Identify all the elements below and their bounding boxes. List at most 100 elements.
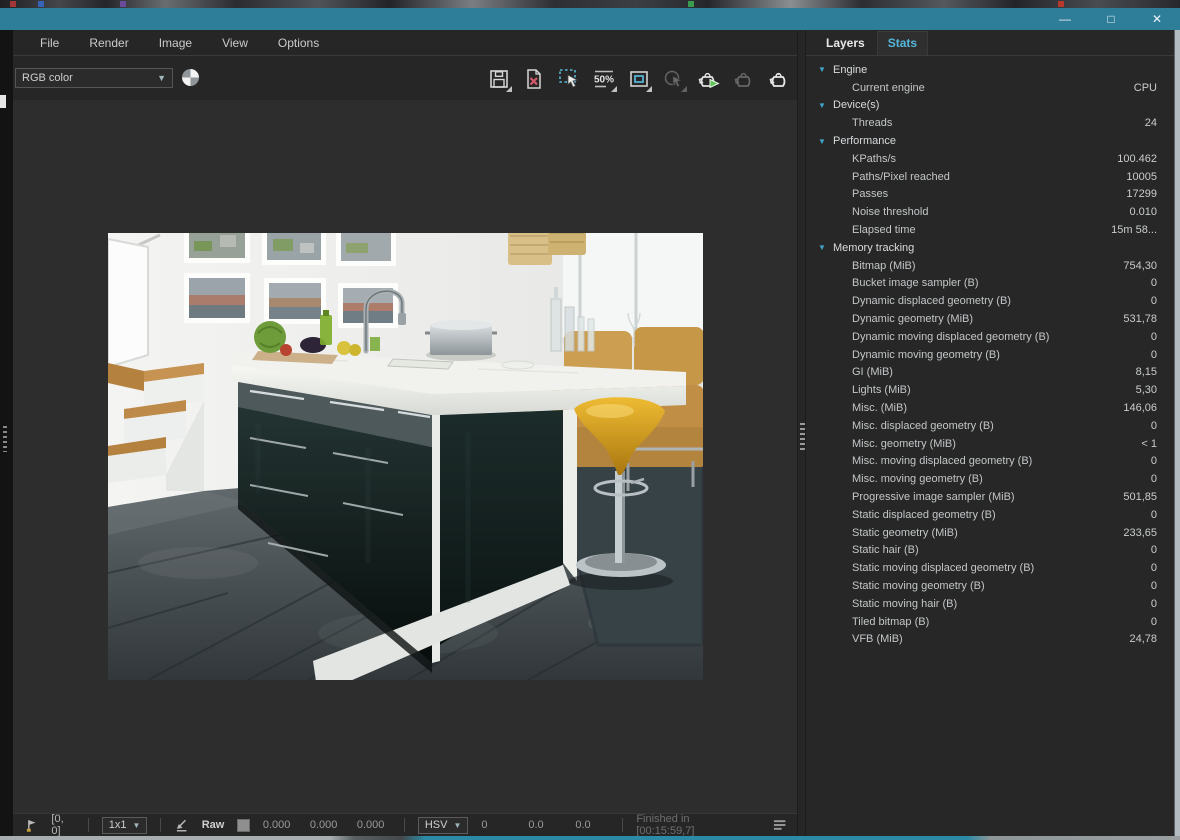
menu-item-options[interactable]: Options: [263, 30, 334, 55]
hsv-value-v: 0.0: [575, 819, 609, 831]
menu-item-file[interactable]: File: [25, 30, 74, 55]
color-clamp-icon[interactable]: [182, 69, 199, 86]
clear-image-button[interactable]: [519, 64, 548, 93]
stat-label: Static geometry (MiB): [852, 527, 958, 539]
stat-label: Static displaced geometry (B): [852, 509, 996, 521]
region-render-icon: [557, 67, 581, 91]
stats-section-device-s[interactable]: ▼Device(s): [806, 97, 1174, 115]
stat-value: < 1: [1141, 438, 1157, 450]
stats-row-static-moving-hair-b: Static moving hair (B)0: [806, 595, 1174, 613]
stats-row-kpaths-s: KPaths/s100.462: [806, 150, 1174, 168]
chevron-down-icon: ▼: [157, 73, 166, 83]
stats-row-dynamic-displaced-geometry-b: Dynamic displaced geometry (B)0: [806, 292, 1174, 310]
stat-value: 0: [1151, 473, 1157, 485]
stats-section-engine[interactable]: ▼Engine: [806, 61, 1174, 79]
stat-label: Static moving geometry (B): [852, 580, 985, 592]
stat-value: 0: [1151, 509, 1157, 521]
svg-text:50%: 50%: [593, 74, 613, 85]
stat-label: Current engine: [852, 82, 925, 94]
cooking-pot: [425, 320, 497, 361]
render-button[interactable]: [764, 64, 793, 93]
pixel-probe-flag-icon: [25, 818, 38, 833]
minimize-button[interactable]: —: [1042, 8, 1088, 30]
stats-row-progressive-image-sampler-mib: Progressive image sampler (MiB) 501,85: [806, 488, 1174, 506]
rendered-image: [108, 233, 703, 680]
stat-label: Dynamic moving displaced geometry (B): [852, 331, 1049, 343]
raw-value-r: 0.000: [263, 819, 297, 831]
window-titlebar[interactable]: — □ ✕: [0, 8, 1180, 30]
menu-bar: FileRenderImageViewOptions: [13, 30, 797, 56]
stat-value: CPU: [1134, 82, 1157, 94]
window-right-edge: [1174, 30, 1180, 836]
stat-label: GI (MiB): [852, 366, 893, 378]
collapse-arrow-icon[interactable]: ▼: [818, 243, 833, 252]
stats-row-threads: Threads 24: [806, 114, 1174, 132]
tab-layers[interactable]: Layers: [816, 32, 875, 55]
stat-value: 24: [1145, 117, 1157, 129]
menu-item-render[interactable]: Render: [74, 30, 143, 55]
zoom-ratio-dropdown[interactable]: 1x1 ▼: [102, 817, 148, 834]
stat-value: 233,65: [1123, 527, 1157, 539]
raw-value-g: 0.000: [310, 819, 344, 831]
close-button[interactable]: ✕: [1134, 8, 1180, 30]
stat-value: 15m 58...: [1111, 224, 1157, 236]
stats-row-lights-mib: Lights (MiB)5,30: [806, 381, 1174, 399]
menu-item-view[interactable]: View: [207, 30, 263, 55]
zoom-level-button[interactable]: 50%: [589, 64, 618, 93]
stop-render-button[interactable]: [729, 64, 758, 93]
region-render-button[interactable]: [554, 64, 583, 93]
color-mode-value: HSV: [425, 819, 448, 831]
stats-row-passes: Passes17299: [806, 186, 1174, 204]
stat-label: Tiled bitmap (B): [852, 616, 929, 628]
stat-value: 0: [1151, 420, 1157, 432]
stat-value: 501,85: [1123, 491, 1157, 503]
interactive-render-button[interactable]: [694, 64, 723, 93]
desktop-speck: [688, 1, 694, 7]
stats-row-vfb-mib: VFB (MiB)24,78: [806, 631, 1174, 649]
stats-section-performance[interactable]: ▼Performance: [806, 132, 1174, 150]
stats-row-dynamic-moving-displaced-geometry-b: Dynamic moving displaced geometry (B)0: [806, 328, 1174, 346]
stat-label: Threads: [852, 117, 892, 129]
color-mode-dropdown[interactable]: HSV ▼: [418, 817, 469, 834]
stat-label: VFB (MiB): [852, 633, 903, 645]
stat-label: Elapsed time: [852, 224, 916, 236]
stats-row-static-moving-displaced-geometry-b: Static moving displaced geometry (B)0: [806, 559, 1174, 577]
clear-image-icon: [522, 67, 546, 91]
stat-value: 531,78: [1123, 313, 1157, 325]
section-label: Device(s): [833, 99, 879, 111]
stats-row-misc-geometry-mib: Misc. geometry (MiB)< 1: [806, 435, 1174, 453]
stat-value: 0: [1151, 295, 1157, 307]
stat-value: 0.010: [1129, 206, 1157, 218]
section-label: Memory tracking: [833, 242, 914, 254]
track-mouse-icon: [662, 67, 686, 91]
stats-row-noise-threshold: Noise threshold0.010: [806, 203, 1174, 221]
stats-section-memory-tracking[interactable]: ▼Memory tracking: [806, 239, 1174, 257]
interactive-render-teapot-icon: [696, 67, 722, 91]
stat-value: 10005: [1126, 171, 1157, 183]
save-image-button[interactable]: [484, 64, 513, 93]
stat-label: Progressive image sampler (MiB): [852, 491, 1015, 503]
stat-value: 0: [1151, 277, 1157, 289]
stat-value: 754,30: [1123, 260, 1157, 272]
stat-value: 0: [1151, 580, 1157, 592]
render-viewport[interactable]: [13, 100, 797, 813]
collapse-arrow-icon[interactable]: ▼: [818, 65, 833, 74]
menu-item-image[interactable]: Image: [144, 30, 207, 55]
collapse-arrow-icon[interactable]: ▼: [818, 137, 833, 146]
left-splitter-grip-icon[interactable]: [3, 426, 7, 452]
panel-tabs: Layers Stats: [806, 30, 1174, 56]
maximize-button[interactable]: □: [1088, 8, 1134, 30]
stat-label: Passes: [852, 188, 888, 200]
show-border-button[interactable]: [624, 64, 653, 93]
channel-dropdown[interactable]: RGB color ▼: [15, 68, 173, 88]
panel-splitter[interactable]: [797, 30, 806, 836]
desktop-speck: [10, 1, 16, 7]
tab-stats[interactable]: Stats: [877, 31, 928, 55]
stats-row-static-geometry-mib: Static geometry (MiB) 233,65: [806, 524, 1174, 542]
stats-toggle-icon[interactable]: [772, 817, 787, 833]
track-mouse-button[interactable]: [659, 64, 688, 93]
stats-row-misc-mib: Misc. (MiB)146,06: [806, 399, 1174, 417]
stat-value: 100.462: [1117, 153, 1157, 165]
collapse-arrow-icon[interactable]: ▼: [818, 101, 833, 110]
raw-color-swatch: [237, 819, 250, 832]
